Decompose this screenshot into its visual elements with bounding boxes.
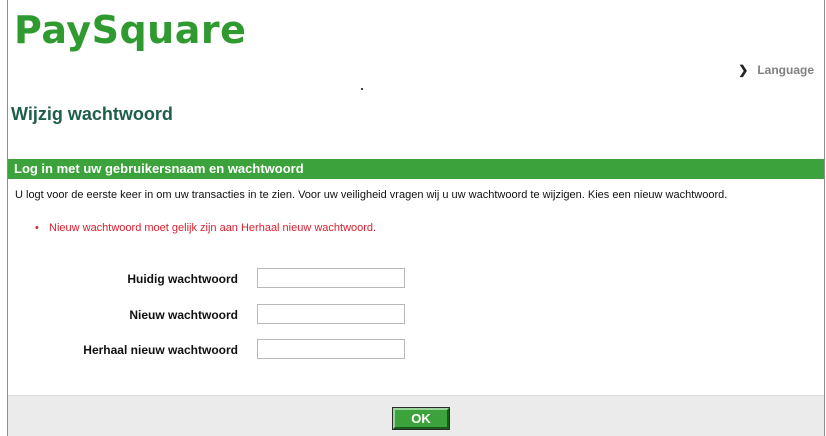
current-password-row: Huidig wachtwoord [0,268,826,290]
new-password-row: Nieuw wachtwoord [0,304,826,326]
repeat-password-label: Herhaal nieuw wachtwoord [83,343,238,357]
decorative-dot [361,88,363,90]
error-message: • Nieuw wachtwoord moet gelijk zijn aan H… [35,222,376,234]
ok-button[interactable]: OK [392,407,450,430]
intro-text: U logt voor de eerste keer in om uw tran… [15,189,728,201]
language-link[interactable]: ❯ Language [738,63,814,77]
language-label: Language [757,63,814,77]
current-password-input[interactable] [257,268,405,288]
chevron-right-icon: ❯ [738,63,749,77]
error-text: Nieuw wachtwoord moet gelijk zijn aan He… [49,222,377,234]
repeat-password-input[interactable] [257,339,405,359]
page-frame [7,0,825,436]
page-title: Wijzig wachtwoord [11,104,173,124]
paysquare-logo: PaySquare [14,8,247,52]
new-password-label: Nieuw wachtwoord [129,308,238,322]
bullet-icon: • [35,222,39,234]
current-password-label: Huidig wachtwoord [127,272,238,286]
section-header: Log in met uw gebruikersnaam en wachtwoo… [8,159,824,179]
repeat-password-row: Herhaal nieuw wachtwoord [0,339,826,361]
new-password-input[interactable] [257,304,405,324]
